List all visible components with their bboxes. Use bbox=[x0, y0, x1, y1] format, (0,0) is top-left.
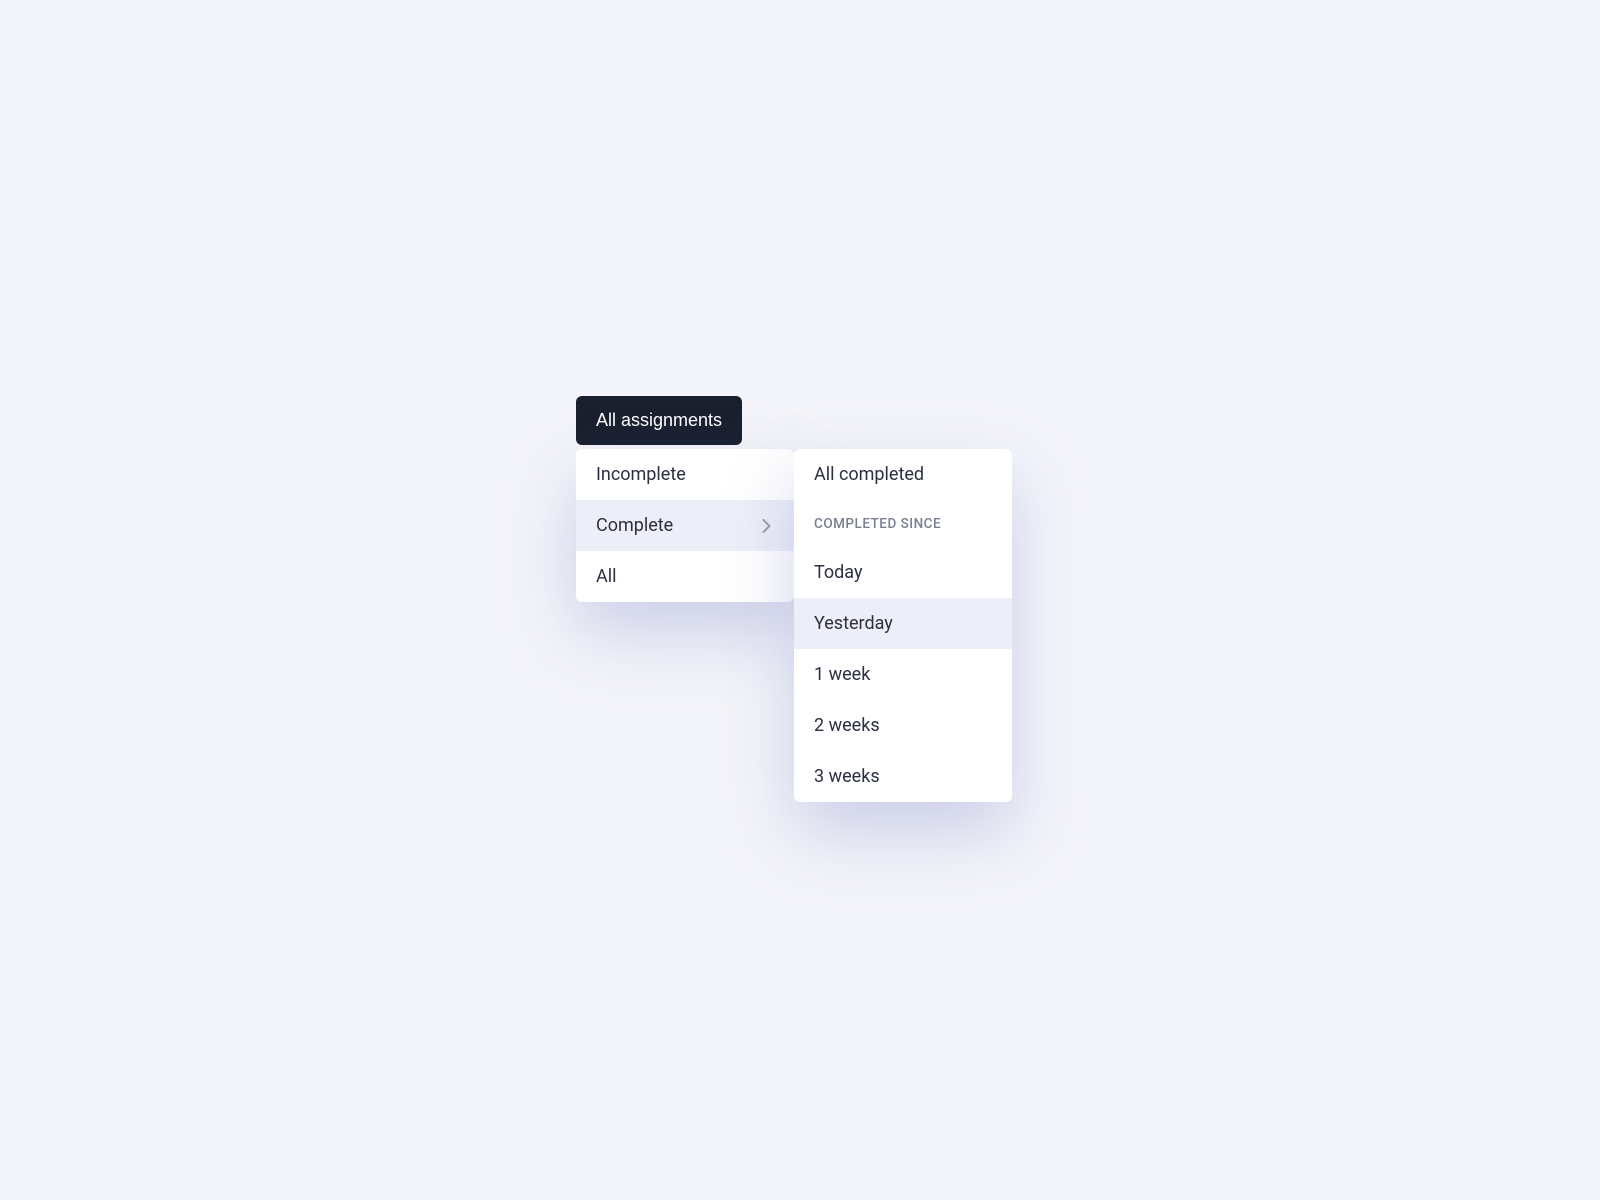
submenu-item-2-weeks[interactable]: 2 weeks bbox=[794, 700, 1012, 751]
submenu-item-today[interactable]: Today bbox=[794, 547, 1012, 598]
secondary-dropdown-menu: All completed Completed since Today Yest… bbox=[794, 449, 1012, 802]
submenu-item-label: 2 weeks bbox=[814, 715, 880, 736]
primary-dropdown-menu: Incomplete Complete All bbox=[576, 449, 794, 602]
submenu-item-label: 1 week bbox=[814, 664, 870, 685]
submenu-item-yesterday[interactable]: Yesterday bbox=[794, 598, 1012, 649]
submenu-item-label: Yesterday bbox=[814, 613, 893, 634]
dropdown-container: All assignments Incomplete Complete All … bbox=[576, 396, 742, 445]
menu-item-label: All bbox=[596, 566, 617, 587]
submenu-section-header: Completed since bbox=[794, 500, 1012, 547]
filter-trigger-button[interactable]: All assignments bbox=[576, 396, 742, 445]
chevron-right-icon bbox=[758, 518, 774, 534]
submenu-item-all-completed[interactable]: All completed bbox=[794, 449, 1012, 500]
submenu-item-label: All completed bbox=[814, 464, 924, 485]
menu-item-incomplete[interactable]: Incomplete bbox=[576, 449, 794, 500]
menu-item-complete[interactable]: Complete bbox=[576, 500, 794, 551]
filter-trigger-label: All assignments bbox=[596, 410, 722, 430]
submenu-item-1-week[interactable]: 1 week bbox=[794, 649, 1012, 700]
submenu-item-3-weeks[interactable]: 3 weeks bbox=[794, 751, 1012, 802]
menu-item-all[interactable]: All bbox=[576, 551, 794, 602]
submenu-item-label: 3 weeks bbox=[814, 766, 880, 787]
menu-item-label: Incomplete bbox=[596, 464, 686, 485]
submenu-item-label: Today bbox=[814, 562, 862, 583]
menu-item-label: Complete bbox=[596, 515, 673, 536]
